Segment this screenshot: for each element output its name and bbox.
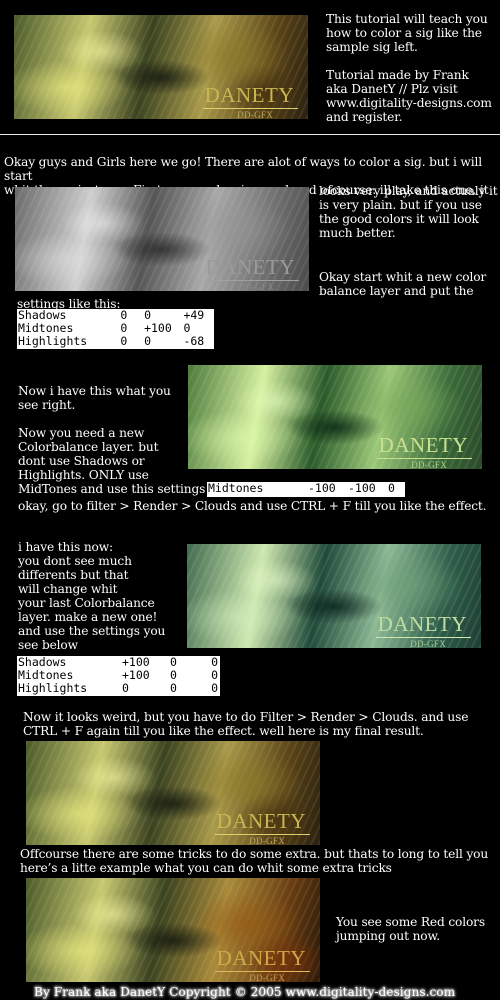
step1-right-text: looks very play, and actualy it is very … [319, 184, 498, 240]
uncolored-sig-image: DANETY DD-GFX [12, 184, 312, 294]
footer-copyright: By Frank aka DanetY Copyright © 2005 www… [34, 985, 456, 999]
sig-divider [215, 834, 310, 835]
step5-text: Offcourse there are some tricks to do so… [20, 847, 489, 875]
settings-row-midtones: Midtones -100 -100 0 [208, 481, 395, 495]
sig-sub-text: DD-GFX [410, 639, 446, 649]
step3-text: i have this now: you dont see much diffe… [18, 540, 166, 652]
sig-divider [215, 971, 310, 972]
sig-sub-text: DD-GFX [249, 973, 285, 983]
sig-divider [376, 637, 471, 638]
sig-divider [203, 108, 298, 109]
extra-tricks-sig-image: DANETY DD-GFX [23, 875, 323, 985]
step4-text: Now it looks weird, but you have to do F… [23, 710, 469, 738]
sig-sub-text: DD-GFX [411, 460, 447, 470]
sig-sub-text: DD-GFX [249, 836, 285, 846]
color-balance-settings-1: Shadows 0 0 +49 Midtones 0 +100 0 Highlights 0 0… [17, 309, 214, 349]
teal-sig-image: DANETY DD-GFX [184, 541, 484, 651]
sig-brand-text: DANETY [216, 946, 306, 970]
step5-right-text: You see some Red colors jumping out now. [336, 915, 485, 943]
sig-brand-text: DANETY [378, 433, 468, 457]
color-balance-settings-3: Shadows +100 0 0 Midtones +100 0 0 Highlights 0… [17, 656, 220, 696]
sig-divider [377, 458, 472, 459]
intro-text: This tutorial will teach you how to colo… [326, 12, 492, 124]
section-divider [0, 134, 500, 135]
step1-right-text-2: Okay start whit a new color balance laye… [319, 270, 487, 298]
sig-divider [204, 280, 299, 281]
final-result-sig-image: DANETY DD-GFX [23, 738, 323, 848]
green-sig-image: DANETY DD-GFX [185, 362, 485, 472]
sig-brand-text: DANETY [205, 255, 295, 279]
settings-row-highlights: Highlights 0 0 0 [18, 681, 218, 695]
sig-sub-text: DD-GFX [237, 110, 273, 120]
settings-row-highlights: Highlights 0 0 -68 [18, 334, 205, 348]
sig-brand-text: DANETY [204, 83, 294, 107]
color-balance-settings-2: Midtones -100 -100 0 [207, 482, 405, 497]
sig-sub-text: DD-GFX [238, 282, 274, 292]
sig-brand-text: DANETY [216, 809, 306, 833]
step2-text: Now i have this what you see right. Now … [18, 384, 206, 496]
sig-brand-text: DANETY [377, 612, 467, 636]
sample-sig-image: DANETY DD-GFX [11, 12, 311, 122]
step2-after-text: okay, go to filter > Render > Clouds and… [18, 499, 487, 513]
